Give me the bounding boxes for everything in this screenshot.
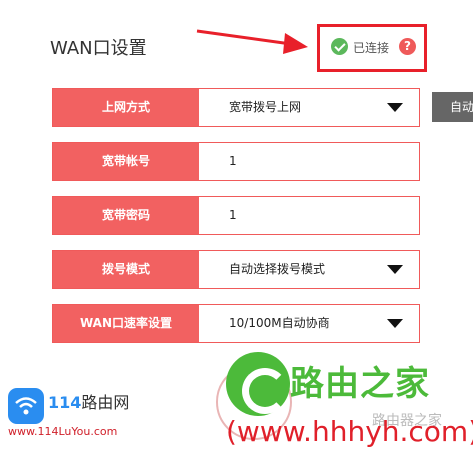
connection-type-label: 上网方式	[53, 89, 199, 126]
chevron-down-icon[interactable]	[387, 265, 403, 274]
connection-status-text: 已连接	[353, 41, 390, 55]
form-row-password: 宽带密码 1	[52, 196, 420, 235]
watermark-url: (www.hhhyh.com)	[226, 415, 473, 448]
form-row-connection-type[interactable]: 上网方式 宽带拨号上网	[52, 88, 420, 127]
form-row-dial-mode[interactable]: 拨号模式 自动选择拨号模式	[52, 250, 420, 289]
form-row-account: 宽带帐号 1	[52, 142, 420, 181]
wan-speed-select[interactable]: 10/100M自动协商	[229, 305, 330, 342]
form-row-wan-speed[interactable]: WAN口速率设置 10/100M自动协商	[52, 304, 420, 343]
chevron-down-icon[interactable]	[387, 319, 403, 328]
dial-mode-label: 拨号模式	[53, 251, 199, 288]
dial-mode-select[interactable]: 自动选择拨号模式	[229, 251, 325, 288]
check-circle-icon	[331, 38, 348, 55]
watermark-logo-icon	[226, 352, 290, 416]
connection-status-highlight: 已连接 ?	[317, 24, 427, 72]
chevron-down-icon[interactable]	[387, 103, 403, 112]
connection-type-select[interactable]: 宽带拨号上网	[229, 89, 301, 126]
watermark-left-url: www.114LuYou.com	[8, 425, 118, 438]
watermark-brand: 路由之家	[290, 364, 430, 404]
annotation-arrow	[196, 29, 308, 54]
question-circle-icon[interactable]: ?	[399, 38, 416, 55]
account-input[interactable]: 1	[229, 143, 237, 180]
watermark-left-text: 路由网	[81, 393, 130, 412]
account-label: 宽带帐号	[53, 143, 199, 180]
watermark-left-number: 114	[48, 393, 82, 412]
watermark-left-brand: 114路由网	[48, 389, 129, 413]
page-title: WAN口设置	[50, 38, 147, 59]
wifi-icon	[8, 388, 44, 424]
password-input[interactable]: 1	[229, 197, 237, 234]
wan-speed-label: WAN口速率设置	[53, 305, 199, 342]
password-label: 宽带密码	[53, 197, 199, 234]
auto-detect-button[interactable]: 自动	[432, 92, 473, 122]
